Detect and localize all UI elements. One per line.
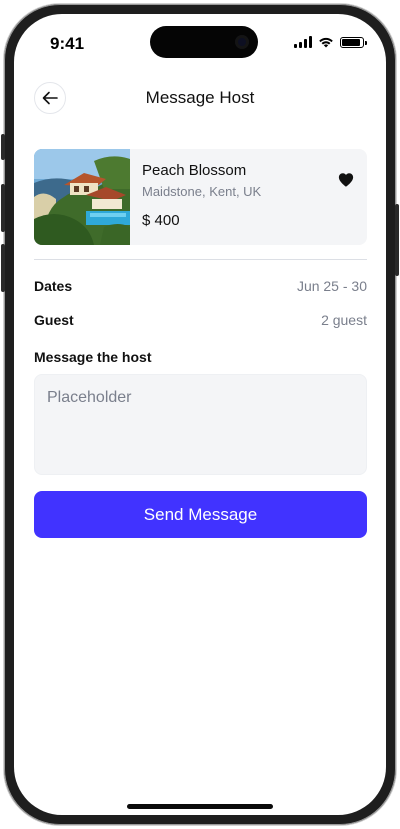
action-button: [1, 134, 5, 160]
listing-name: Peach Blossom: [142, 162, 247, 179]
listing-location: Maidstone, Kent, UK: [142, 184, 262, 199]
listing-card[interactable]: Peach Blossom Maidstone, Kent, UK $ 400: [34, 149, 367, 245]
phone-frame: 9:41 Message Host Peach Blossom Maidston…: [1, 4, 399, 825]
heart-icon[interactable]: [337, 171, 355, 189]
page-title: Message Host: [145, 88, 255, 107]
guest-label: Guest: [34, 312, 74, 328]
wifi-icon: [319, 37, 333, 48]
message-input[interactable]: [34, 374, 367, 475]
dates-label: Dates: [34, 278, 73, 294]
send-message-button[interactable]: Send Message: [34, 491, 367, 538]
listing-price: $ 400: [142, 212, 180, 229]
screen: 9:41 Message Host Peach Blossom Maidston…: [14, 14, 386, 815]
volume-down-button: [1, 244, 5, 292]
power-button: [395, 204, 399, 276]
listing-photo: [34, 149, 130, 245]
guest-value: 2 guest: [321, 312, 367, 328]
message-label: Message the host: [34, 349, 152, 365]
volume-up-button: [1, 184, 5, 232]
cellular-signal-icon: [294, 36, 312, 48]
dates-value: Jun 25 - 30: [296, 278, 367, 294]
battery-icon: [340, 36, 367, 48]
dynamic-island: [150, 26, 258, 58]
home-indicator[interactable]: [127, 804, 273, 809]
divider: [34, 259, 367, 260]
status-time: 9:41: [50, 34, 85, 53]
status-icons: [294, 36, 367, 48]
front-camera: [235, 35, 249, 49]
